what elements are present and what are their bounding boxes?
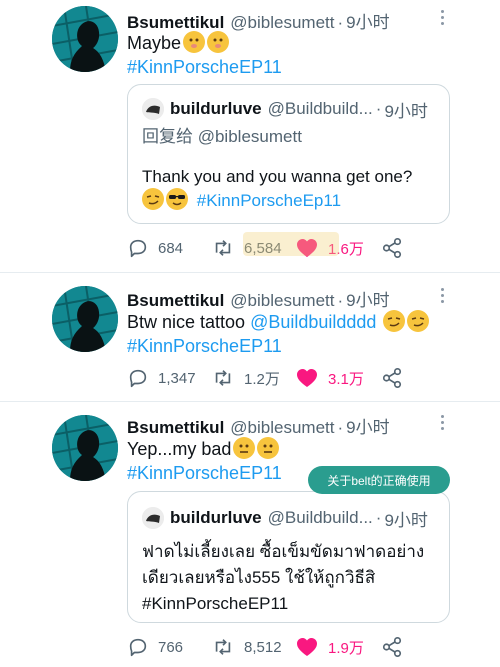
reply-icon <box>129 239 147 258</box>
quote-text-line-1: ฟาดไม่เลี้ยงเลย ซื้อเข็มขัดมาฟาดอย่าง <box>142 542 425 561</box>
more-options-icon[interactable] <box>436 284 450 308</box>
tweet-actions: 1,347 1.2万 3.1万 <box>127 366 450 390</box>
hashtag-link[interactable]: #KinnPorscheEP11 <box>127 336 282 356</box>
heart-filled-icon <box>297 369 317 387</box>
quote-timestamp[interactable]: 9小时 <box>384 506 427 531</box>
share-button[interactable] <box>381 366 412 390</box>
hashtag-link[interactable]: #KinnPorscheEP11 <box>127 57 282 77</box>
caption-tooltip: 关于belt的正确使用 <box>308 466 450 494</box>
quote-header: buildurluve @Buildbuild... · 9小时 <box>142 97 428 121</box>
reply-icon <box>129 638 147 657</box>
shushing-face-icon <box>207 31 230 53</box>
tweet-text: Yep...my bad <box>127 437 280 461</box>
author-handle[interactable]: @biblesumett <box>230 418 334 438</box>
smirking-face-icon <box>407 310 430 332</box>
more-options-icon[interactable] <box>436 6 450 30</box>
quote-author-name[interactable]: buildurluve <box>170 99 262 119</box>
tweet-3[interactable]: Bsumettikul @biblesumett · 9小时 Yep...my … <box>0 402 500 667</box>
quote-text-line-2: เดียวเลยหรือไง555 ใช้ให้ถูกวิธีสิ <box>142 568 376 587</box>
shushing-face-icon <box>183 31 206 53</box>
tweet-text-content: Yep...my bad <box>127 439 232 459</box>
tweet-hashtag-line: #KinnPorscheEP11 <box>127 461 282 485</box>
hashtag-link[interactable]: #KinnPorscheEP11 <box>127 463 282 483</box>
share-icon <box>382 238 402 258</box>
neutral-face-icon <box>257 437 280 459</box>
separator-dot: · <box>375 508 382 527</box>
tweet-text: Maybe <box>127 31 230 55</box>
separator-dot: · <box>337 291 344 310</box>
quote-hashtag-line: #KinnPorscheEP11 <box>142 591 288 617</box>
quoted-tweet[interactable]: buildurluve @Buildbuild... · 9小时 回复给 @bi… <box>127 84 450 224</box>
tweet-hashtag-line: #KinnPorscheEP11 <box>127 55 282 79</box>
like-button[interactable]: 1.9万 <box>295 635 364 659</box>
author-handle[interactable]: @biblesumett <box>230 291 334 311</box>
like-button[interactable]: 3.1万 <box>295 366 364 390</box>
quote-avatar[interactable] <box>142 507 164 529</box>
retweet-button[interactable]: 8,512 <box>211 635 282 659</box>
hashtag-link[interactable]: #KinnPorscheEP11 <box>142 594 288 613</box>
timestamp[interactable]: 9小时 <box>346 413 389 438</box>
separator-dot: · <box>337 418 344 437</box>
more-options-icon[interactable] <box>436 411 450 435</box>
quote-timestamp[interactable]: 9小时 <box>384 97 427 122</box>
neutral-face-icon <box>233 437 256 459</box>
quote-author-handle[interactable]: @Buildbuild... <box>268 508 373 528</box>
retweet-icon <box>215 240 231 256</box>
retweet-count: 1.2万 <box>244 370 280 388</box>
separator-dot: · <box>375 99 382 118</box>
avatar[interactable] <box>52 415 118 481</box>
separator-dot: · <box>337 13 344 32</box>
tweet-text-content: Maybe <box>127 33 182 53</box>
reply-count: 684 <box>158 239 184 257</box>
reply-to-label: 回复给 @biblesumett <box>142 127 302 146</box>
quoted-tweet[interactable]: buildurluve @Buildbuild... · 9小时 ฟาดไม่เ… <box>127 491 450 623</box>
tweet-header: Bsumettikul @biblesumett · 9小时 <box>127 286 390 310</box>
tweet-actions: 766 8,512 1.9万 <box>127 635 450 659</box>
quote-header: buildurluve @Buildbuild... · 9小时 <box>142 506 428 530</box>
timestamp[interactable]: 9小时 <box>346 286 389 311</box>
quote-author-handle[interactable]: @Buildbuild... <box>268 99 373 119</box>
quote-text: Thank you and you wanna get one? <box>142 167 413 186</box>
tweet-header: Bsumettikul @biblesumett · 9小时 <box>127 413 390 437</box>
avatar[interactable] <box>52 6 118 72</box>
quote-avatar[interactable] <box>142 98 164 120</box>
quote-hashtag-line: #KinnPorscheEp11 <box>142 188 341 214</box>
retweet-icon <box>215 370 231 386</box>
like-count: 1.9万 <box>328 639 364 657</box>
retweet-button[interactable]: 1.2万 <box>211 366 280 390</box>
reply-count: 1,347 <box>158 369 196 387</box>
timestamp[interactable]: 9小时 <box>346 8 389 33</box>
tweet-text: Btw nice tattoo @Buildbuildddd <box>127 310 430 334</box>
share-icon <box>382 637 402 657</box>
avatar[interactable] <box>52 286 118 352</box>
tweet-header: Bsumettikul @biblesumett · 9小时 <box>127 8 390 32</box>
tweet-hashtag-line: #KinnPorscheEP11 <box>127 334 282 358</box>
retweet-count: 8,512 <box>244 638 282 656</box>
author-name[interactable]: Bsumettikul <box>127 291 224 311</box>
tweet-text-content: Btw nice tattoo <box>127 312 251 332</box>
reply-count: 766 <box>158 638 184 656</box>
reply-button[interactable]: 766 <box>127 635 183 659</box>
smirking-face-icon <box>383 310 406 332</box>
author-handle[interactable]: @biblesumett <box>230 13 334 33</box>
share-icon <box>382 368 402 388</box>
smirking-face-icon <box>142 188 164 210</box>
share-button[interactable] <box>381 236 412 260</box>
reply-button[interactable]: 1,347 <box>127 366 196 390</box>
quote-author-name[interactable]: buildurluve <box>170 508 262 528</box>
sunglasses-face-icon <box>166 188 188 210</box>
reply-button[interactable]: 684 <box>127 236 183 260</box>
author-name[interactable]: Bsumettikul <box>127 13 224 33</box>
hashtag-link[interactable]: #KinnPorscheEp11 <box>197 191 341 210</box>
mention-link[interactable]: @Buildbuildddd <box>250 312 376 332</box>
retweet-icon <box>215 639 231 655</box>
like-count: 3.1万 <box>328 370 364 388</box>
tweet-2[interactable]: Bsumettikul @biblesumett · 9小时 Btw nice … <box>0 273 500 401</box>
share-button[interactable] <box>381 635 412 659</box>
reply-icon <box>129 369 147 388</box>
author-name[interactable]: Bsumettikul <box>127 418 224 438</box>
watermark-logo <box>243 232 339 256</box>
heart-filled-icon <box>297 638 317 656</box>
